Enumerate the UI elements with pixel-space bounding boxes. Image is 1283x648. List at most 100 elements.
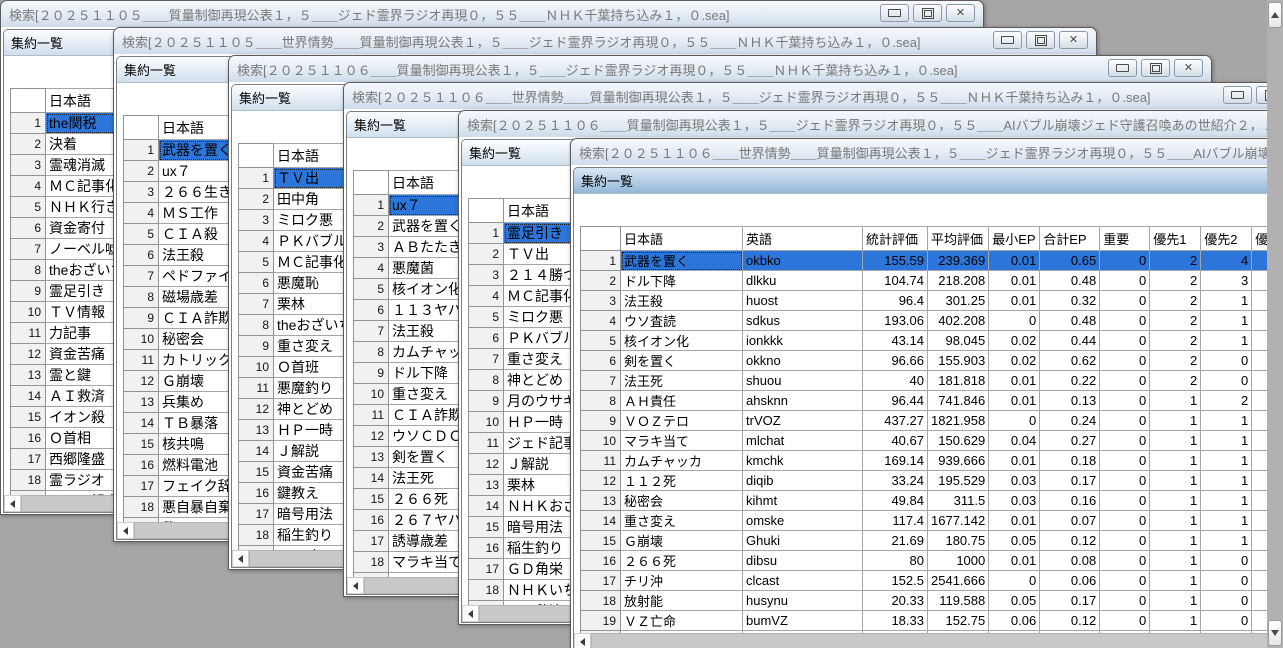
row-number: 7 — [11, 239, 46, 260]
value-cell: 0.06 — [989, 611, 1040, 631]
minimize-button[interactable] — [880, 4, 909, 22]
table-row[interactable]: 8ＡＨ責任ahsknn96.44741.8460.010.13012 — [581, 391, 1268, 411]
row-number: 11 — [11, 323, 46, 344]
window-titlebar[interactable]: 検索[２０２５１１０６＿＿質量制御再現公表１，５＿＿ジェド霊界ラジオ再現０，５５… — [229, 56, 1211, 83]
scroll-left-button[interactable] — [347, 577, 364, 594]
value-cell — [1252, 391, 1267, 411]
table-row[interactable]: 9ＶＯＺテロtrVOZ437.271821.95800.24011 — [581, 411, 1268, 431]
table-row[interactable]: 13秘密会kihmt49.84311.50.030.16011 — [581, 491, 1268, 511]
scroll-left-button[interactable] — [574, 633, 591, 648]
row-number: 18 — [11, 470, 46, 491]
row-number: 17 — [581, 571, 621, 591]
table-row[interactable]: 5核イオン化ionkkk43.1498.0450.020.44021 — [581, 331, 1268, 351]
table-row[interactable]: 18放射能husynu20.33119.5880.050.17010 — [581, 591, 1268, 611]
table-row[interactable]: 17チリ沖clcast152.52541.66600.06010 — [581, 571, 1268, 591]
window-titlebar[interactable]: 検索[２０２５１１０５＿＿世界情勢＿＿質量制御再現公表１，５＿＿ジェド霊界ラジオ… — [114, 28, 1096, 55]
restore-button[interactable] — [1256, 86, 1267, 104]
table-row[interactable]: 3法王殺huost96.4301.250.010.32021 — [581, 291, 1268, 311]
value-cell: 104.74 — [863, 271, 928, 291]
japanese-cell: ＶＺ亡命 — [621, 611, 743, 631]
value-cell: 150.629 — [928, 431, 989, 451]
scroll-left-button[interactable] — [4, 495, 21, 512]
scroll-left-button[interactable] — [232, 550, 249, 567]
value-cell: 1 — [1150, 591, 1201, 611]
scrollbar-thumb[interactable] — [591, 633, 1267, 648]
window-titlebar[interactable]: 検索[２０２５１１０６＿＿世界情勢＿＿質量制御再現公表１，５＿＿ジェド霊界ラジオ… — [344, 83, 1267, 110]
scroll-left-button[interactable] — [117, 522, 134, 539]
value-cell: 1 — [1201, 511, 1252, 531]
window-titlebar[interactable]: 検索[２０２５１１０５＿＿質量制御再現公表１，５＿＿ジェド霊界ラジオ再現０，５５… — [1, 1, 983, 28]
value-cell: 0.13 — [1040, 391, 1100, 411]
minimize-icon — [888, 9, 901, 17]
mdi-workspace: 検索[２０２５１１０５＿＿質量制御再現公表１，５＿＿ジェド霊界ラジオ再現０，５５… — [0, 0, 1267, 648]
column-header: 日本語 — [621, 227, 743, 251]
scroll-left-icon — [576, 638, 585, 646]
row-number: 15 — [11, 407, 46, 428]
table-row[interactable]: 4ウソ査読sdkus193.06402.20800.48021 — [581, 311, 1268, 331]
value-cell: 96.4 — [863, 291, 928, 311]
value-cell: 0 — [1201, 591, 1252, 611]
value-cell: 0.05 — [989, 531, 1040, 551]
english-cell: trVOZ — [743, 411, 863, 431]
table-row[interactable]: 19ＶＺ亡命bumVZ18.33152.750.060.12010 — [581, 611, 1268, 631]
restore-button[interactable] — [1026, 31, 1055, 49]
table-row[interactable]: 14重さ変えomske117.41677.1420.010.07011 — [581, 511, 1268, 531]
row-number: 3 — [11, 155, 46, 176]
table-row[interactable]: 10マラキ当てmlchat40.67150.6290.040.27011 — [581, 431, 1268, 451]
row-number: 9 — [124, 308, 159, 329]
value-cell: 43.14 — [863, 331, 928, 351]
table-row[interactable]: 2ドル下降dlkku104.74218.2080.010.48023 — [581, 271, 1268, 291]
window-titlebar[interactable]: 検索[２０２５１１０６＿＿質量制御再現公表１，５＿＿ジェド霊界ラジオ再現０，５５… — [459, 111, 1267, 138]
minimize-button[interactable] — [1223, 86, 1252, 104]
value-cell: 0 — [1100, 471, 1150, 491]
value-cell: 0.03 — [989, 491, 1040, 511]
table-row[interactable]: 1武器を置くokbko155.59239.3690.010.65024 — [581, 251, 1268, 271]
scroll-up-button[interactable] — [1268, 2, 1282, 28]
window-title: 検索[２０２５１１０６＿＿世界情勢＿＿質量制御再現公表１，５＿＿ジェド霊界ラジオ… — [344, 87, 1267, 106]
restore-button[interactable] — [1141, 59, 1170, 77]
value-cell: 1 — [1201, 451, 1252, 471]
value-cell: 0.12 — [1040, 611, 1100, 631]
close-button[interactable]: ✕ — [1174, 59, 1203, 77]
row-number: 13 — [469, 475, 504, 496]
row-number: 17 — [354, 531, 389, 552]
value-cell: 0.03 — [989, 471, 1040, 491]
value-cell: 1 — [1201, 471, 1252, 491]
horizontal-scrollbar[interactable] — [574, 633, 1267, 648]
row-number: 4 — [581, 311, 621, 331]
aggregate-titlebar[interactable]: 集約一覧 — [574, 168, 1267, 194]
row-number: 5 — [354, 279, 389, 300]
window-titlebar[interactable]: 検索[２０２５１１０６＿＿世界情勢＿＿質量制御再現公表１，５＿＿ジェド霊界ラジオ… — [571, 139, 1267, 166]
scroll-down-button[interactable] — [1268, 620, 1282, 646]
column-header: 優先1 — [1150, 227, 1201, 251]
value-cell: 311.5 — [928, 491, 989, 511]
row-number: 6 — [239, 273, 274, 294]
minimize-button[interactable] — [993, 31, 1022, 49]
close-button[interactable]: ✕ — [946, 4, 975, 22]
window-controls: ✕ — [880, 4, 975, 22]
row-number: 17 — [124, 476, 159, 497]
minimize-button[interactable] — [1108, 59, 1137, 77]
value-cell — [1252, 611, 1267, 631]
workspace-vscrollbar[interactable] — [1267, 0, 1283, 648]
value-cell: 98.045 — [928, 331, 989, 351]
table-row[interactable]: 7法王死shuou40181.8180.010.22020 — [581, 371, 1268, 391]
row-number: 17 — [239, 504, 274, 525]
value-cell: 0.02 — [989, 351, 1040, 371]
value-cell — [1252, 471, 1267, 491]
value-cell: 152.75 — [928, 611, 989, 631]
row-number: 4 — [469, 286, 504, 307]
table-row[interactable]: 12１１２死diqib33.24195.5290.030.17011 — [581, 471, 1268, 491]
row-number: 8 — [124, 287, 159, 308]
table-row[interactable]: 15Ｇ崩壊Ghuki21.69180.750.050.12011 — [581, 531, 1268, 551]
scroll-left-button[interactable] — [462, 605, 479, 622]
table-row[interactable]: 6剣を置くokkno96.66155.9030.020.62020 — [581, 351, 1268, 371]
row-number: 13 — [11, 365, 46, 386]
close-button[interactable]: ✕ — [1059, 31, 1088, 49]
table-row[interactable]: 11カムチャッカkmchk169.14939.6660.010.18011 — [581, 451, 1268, 471]
table-row[interactable]: 16２６６死dibsu8010000.010.08010 — [581, 551, 1268, 571]
value-cell: 0.48 — [1040, 311, 1100, 331]
minimize-icon — [1116, 64, 1129, 72]
restore-button[interactable] — [913, 4, 942, 22]
row-number: 7 — [239, 294, 274, 315]
